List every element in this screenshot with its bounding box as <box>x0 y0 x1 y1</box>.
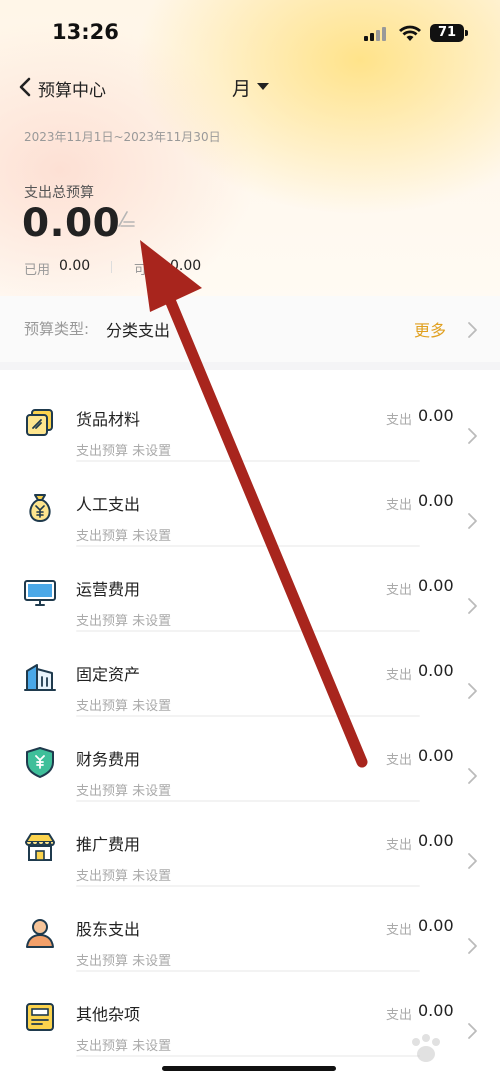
document-icon <box>26 1003 54 1031</box>
summary-divider <box>111 261 112 273</box>
money-bag-icon <box>29 494 51 522</box>
chevron-right-icon[interactable] <box>466 767 478 785</box>
progress-track <box>76 1055 420 1057</box>
caret-down-icon[interactable] <box>256 82 270 91</box>
category-row-goods-materials[interactable]: 货品材料 支出预算 未设置 支出 0.00 <box>0 370 500 462</box>
more-button[interactable]: 更多 <box>414 317 446 341</box>
available-value: 0.00 <box>170 258 202 274</box>
spend-label: 支出 <box>386 498 413 513</box>
spend-value: 0.00 <box>418 406 454 425</box>
person-icon <box>26 919 54 948</box>
spend-value: 0.00 <box>418 1001 454 1020</box>
budget-type-value: 分类支出 <box>106 321 171 340</box>
spend-label: 支出 <box>386 413 413 428</box>
category-name: 其他杂项 <box>76 1005 141 1024</box>
date-range: 2023年11月1日~2023年11月30日 <box>24 130 221 144</box>
spend-label: 支出 <box>386 583 413 598</box>
spend-value: 0.00 <box>418 661 454 680</box>
back-chevron-icon[interactable] <box>16 76 36 98</box>
budget-type-label: 预算类型: <box>24 320 90 338</box>
spend-label: 支出 <box>386 668 413 683</box>
category-name: 股东支出 <box>76 920 141 939</box>
category-row-labor[interactable]: 人工支出 支出预算 未设置 支出 0.00 <box>0 455 500 547</box>
category-row-operating[interactable]: 运营费用 支出预算 未设置 支出 0.00 <box>0 540 500 632</box>
chevron-right-icon[interactable] <box>466 682 478 700</box>
chevron-right-icon[interactable] <box>466 512 478 530</box>
battery-icon: 71 <box>430 24 468 42</box>
category-name: 推广费用 <box>76 835 141 854</box>
monitor-icon <box>24 580 56 606</box>
chevron-right-icon[interactable] <box>466 321 478 339</box>
storefront-icon <box>25 833 55 861</box>
category-row-promotion[interactable]: 推广费用 支出预算 未设置 支出 0.00 <box>0 795 500 887</box>
category-budget-status: 支出预算 未设置 <box>76 1039 172 1054</box>
goods-materials-icon <box>26 409 53 436</box>
back-button-label[interactable]: 预算中心 <box>38 76 106 101</box>
spend-label: 支出 <box>386 838 413 853</box>
chevron-right-icon[interactable] <box>466 852 478 870</box>
chevron-right-icon[interactable] <box>466 427 478 445</box>
spend-value: 0.00 <box>418 491 454 510</box>
shield-yen-icon <box>26 747 54 778</box>
used-label: 已用 <box>24 263 51 278</box>
category-row-shareholder[interactable]: 股东支出 支出预算 未设置 支出 0.00 <box>0 880 500 972</box>
spend-value: 0.00 <box>418 576 454 595</box>
spend-label: 支出 <box>386 923 413 938</box>
category-name: 财务费用 <box>76 750 141 769</box>
cellular-signal-icon <box>364 27 390 41</box>
home-indicator[interactable] <box>162 1066 336 1071</box>
period-selector[interactable]: 月 <box>232 74 251 101</box>
spend-label: 支出 <box>386 1008 413 1023</box>
total-budget-label: 支出总预算 <box>24 185 94 201</box>
category-name: 货品材料 <box>76 410 141 429</box>
category-name: 运营费用 <box>76 580 141 599</box>
wifi-icon <box>399 25 421 41</box>
spend-value: 0.00 <box>418 916 454 935</box>
category-row-finance[interactable]: 财务费用 支出预算 未设置 支出 0.00 <box>0 710 500 802</box>
spend-label: 支出 <box>386 753 413 768</box>
spend-value: 0.00 <box>418 831 454 850</box>
category-list: 货品材料 支出预算 未设置 支出 0.00 人工支出 支出预算 未设置 支出 0… <box>0 370 500 1083</box>
watermark-logo-icon <box>412 1034 440 1062</box>
status-time: 13:26 <box>52 20 119 44</box>
category-name: 固定资产 <box>76 665 141 684</box>
chevron-right-icon[interactable] <box>466 937 478 955</box>
status-bar: 13:26 71 <box>0 0 500 66</box>
spend-value: 0.00 <box>418 746 454 765</box>
building-icon <box>24 664 56 691</box>
chevron-right-icon[interactable] <box>466 597 478 615</box>
budget-type-bar[interactable]: 预算类型: 分类支出 更多 <box>0 296 500 362</box>
category-name: 人工支出 <box>76 495 141 514</box>
available-label: 可 <box>134 263 148 278</box>
used-value: 0.00 <box>59 258 91 274</box>
category-row-fixed-assets[interactable]: 固定资产 支出预算 未设置 支出 0.00 <box>0 625 500 717</box>
total-budget-value: 0.00 <box>22 201 121 246</box>
edit-icon[interactable] <box>115 208 137 230</box>
